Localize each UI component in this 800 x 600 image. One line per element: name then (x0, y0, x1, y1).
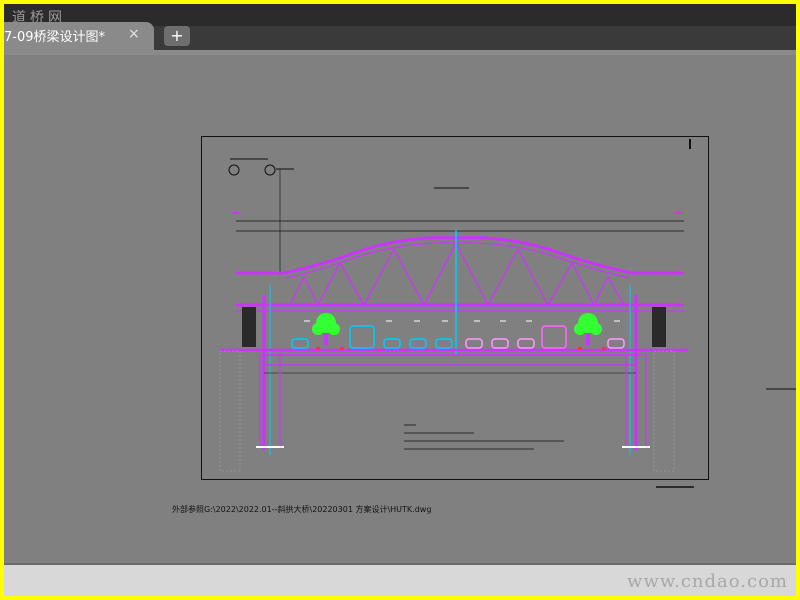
flag-marker (672, 211, 684, 214)
title-circle (264, 164, 276, 176)
new-tab-button[interactable]: + (164, 26, 190, 46)
watermark-url: www.cndao.com (627, 571, 788, 592)
status-bar: www.cndao.com (4, 563, 796, 596)
bus-icon (541, 325, 567, 349)
tree-right (574, 313, 602, 345)
abutment-left (219, 350, 241, 472)
tab-title[interactable]: 7-09桥梁设计图* (4, 26, 105, 45)
notes-lines (404, 424, 564, 450)
xref-path-note: 外部参照G:\2022\2022.01--斜拱大桥\20220301 方案设计\… (172, 505, 432, 514)
title-circle (228, 164, 240, 176)
car-icons-right (465, 338, 625, 349)
deck-beam (263, 354, 637, 366)
pier-block-right (652, 307, 666, 347)
tab-bar: 道桥网 7-09桥梁设计图* × + (4, 4, 796, 50)
app-window: 道桥网 7-09桥梁设计图* × + 外部参照G:\2022\2022.01--… (4, 4, 796, 596)
bus-icon (349, 325, 375, 349)
tree-left (312, 313, 340, 345)
abutment-right (653, 350, 675, 472)
close-icon[interactable]: × (128, 26, 140, 42)
bridge-drawing (219, 139, 796, 488)
drawing-canvas[interactable]: 外部参照G:\2022\2022.01--斜拱大桥\20220301 方案设计\… (4, 55, 796, 563)
car-icons-left (291, 338, 453, 349)
flag-marker (230, 211, 242, 214)
truss-diagonals (289, 241, 625, 307)
pier-block-left (242, 307, 256, 347)
